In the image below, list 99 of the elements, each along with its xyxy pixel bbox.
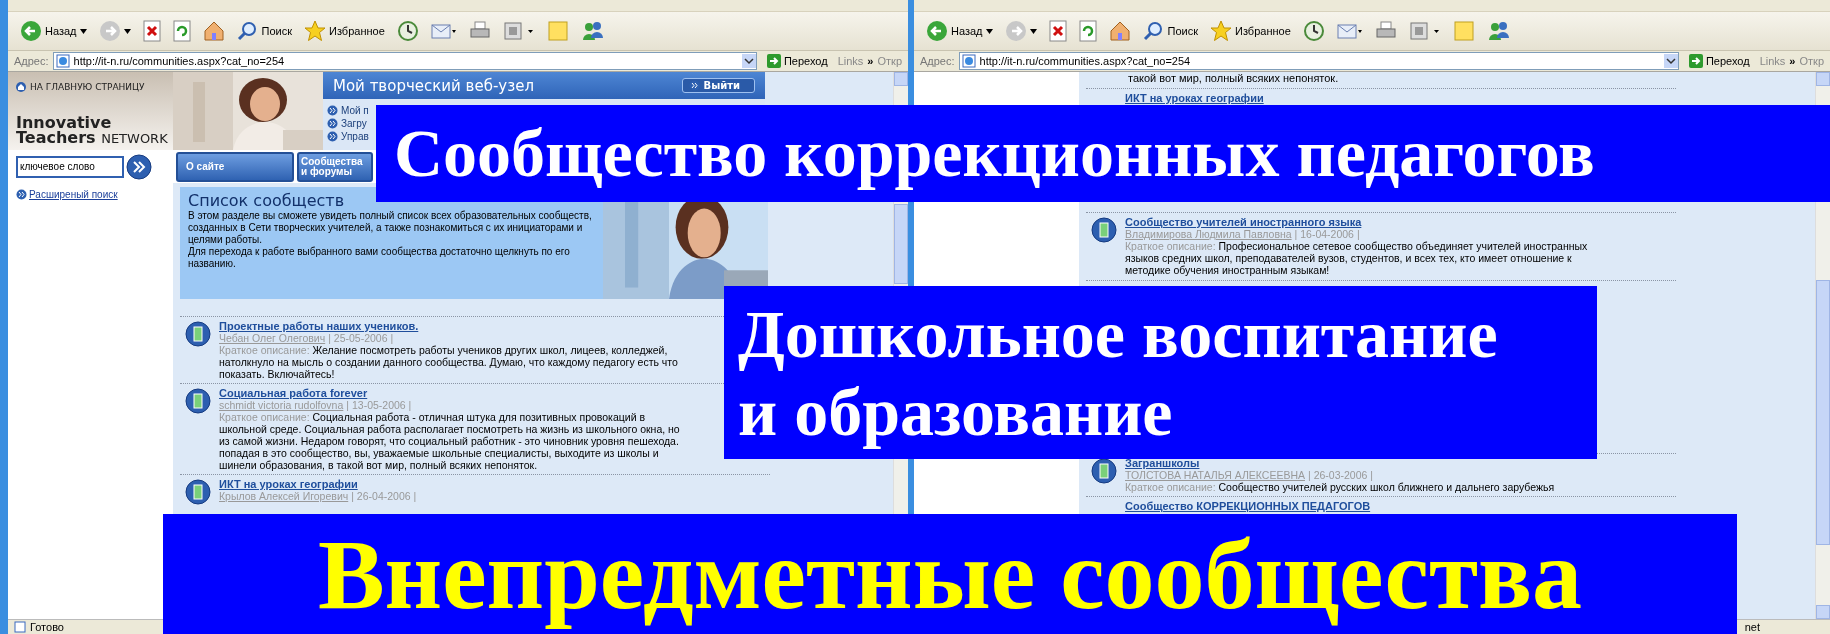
address-field[interactable]: http://it-n.ru/communities.aspx?cat_no=254 <box>958 52 1679 70</box>
stop-icon <box>142 20 161 42</box>
dropdown-icon <box>1663 54 1678 68</box>
back-button[interactable]: Назад <box>924 18 995 44</box>
portal-link[interactable]: Загру <box>327 118 367 129</box>
address-label: Адрес: <box>14 55 49 67</box>
status-zone-text: net <box>1744 621 1760 633</box>
search-field[interactable]: ключевое слово <box>16 155 124 178</box>
date-text: | 13-05-2006 | <box>346 399 412 411</box>
refresh-button[interactable] <box>170 18 193 44</box>
scroll-down-button[interactable] <box>1816 605 1830 619</box>
logout-button[interactable]: Выйти <box>681 78 755 93</box>
page-icon <box>55 54 70 68</box>
go-button[interactable]: Переход <box>1682 54 1756 68</box>
scroll-up-button[interactable] <box>1816 72 1830 86</box>
refresh-icon <box>1078 20 1097 42</box>
home-link[interactable]: НА ГЛАВНУЮ СТРАНИЦУ <box>16 82 173 92</box>
history-icon <box>396 20 419 42</box>
address-label: Адрес: <box>920 55 955 67</box>
caret-icon <box>985 28 993 34</box>
portal-title: Мой творческий веб-узел <box>333 76 534 95</box>
history-icon <box>1302 20 1325 42</box>
community-title-link[interactable]: Сообщество учителей иностранного языка <box>1125 217 1362 228</box>
note-icon <box>546 20 569 42</box>
scroll-up-button[interactable] <box>894 72 908 86</box>
nav-tab[interactable]: Сообщества и форумы <box>297 151 373 182</box>
search-button[interactable]: Поиск <box>234 18 294 44</box>
refresh-button[interactable] <box>1076 18 1099 44</box>
people-icon <box>1486 20 1511 42</box>
banner-title: Сообщество коррекционных педагогов <box>394 116 1596 191</box>
favorites-button[interactable]: Избранное <box>1208 18 1293 44</box>
banner-title: и образование <box>738 372 1174 451</box>
edit-icon <box>502 20 535 42</box>
caret-icon <box>123 28 131 34</box>
date-text: | 25-05-2006 | <box>328 332 394 344</box>
banner-title: Дошкольное воспитание <box>738 294 1499 373</box>
advanced-search-link[interactable]: Расширеный поиск <box>16 189 173 200</box>
home-icon <box>1108 20 1131 42</box>
people-icon <box>580 20 605 42</box>
portal-link[interactable]: Управ <box>327 131 369 142</box>
dropdown-icon <box>741 54 756 68</box>
arrow-icon <box>766 54 781 68</box>
community-title-link[interactable]: Сообщество КОРРЕКЦИОННЫХ ПЕДАГОГОВ <box>1125 501 1371 512</box>
date-text: | 26-03-2006 | <box>1308 469 1373 481</box>
portal-link[interactable]: Мой п <box>327 105 369 116</box>
description-text: Краткое описание: Сообщество учителей русских школ ближнего и дальнего зарубежья <box>1125 481 1556 493</box>
page-icon <box>14 621 26 633</box>
community-icon <box>185 479 211 505</box>
note-icon <box>1452 20 1475 42</box>
refresh-icon <box>172 20 191 42</box>
nav-tab[interactable]: О сайте <box>176 151 294 182</box>
community-icon <box>1091 458 1117 484</box>
stop-icon <box>1048 20 1067 42</box>
description-text: Краткое описание: Социальная работа - отличная штука для позитивных провокаций в школьной среде. Социальная работа располагает посмотреть на жизнь из школьного окна, но из самой жизни. Недаром говорят, что социальный работник - это чиновник уровня пешехода. попадая в это сообщество, вы, уважаемые школьные специалисты, выходите из школы и шинели образования, в такой вот мир, полный всяких непоняток. <box>219 411 681 471</box>
community-icon <box>1091 217 1117 243</box>
description-text: такой вот мир, полный всяких непоняток. <box>1128 72 1340 85</box>
logo: Innovative Teachers NETWORK <box>16 115 169 146</box>
community-title-link[interactable]: Проектные работы наших учеников. <box>219 321 419 332</box>
intro-title: Список сообществ <box>188 191 346 210</box>
address-field[interactable]: http://it-n.ru/communities.aspx?cat_no=254 <box>52 52 757 70</box>
community-icon <box>185 388 211 414</box>
caret-icon <box>1029 28 1037 34</box>
search-icon <box>236 20 259 42</box>
double-chevron-icon <box>327 131 338 142</box>
date-text: | 26-04-2006 | <box>351 490 417 502</box>
go-button[interactable]: Переход <box>760 54 834 68</box>
edit-icon <box>1408 20 1441 42</box>
stop-button[interactable] <box>1046 18 1069 44</box>
more-links-button[interactable]: » <box>1789 55 1796 67</box>
intro-text: Для перехода к работе выбранного вами сообщества достаточно щелкнуть по его названию. <box>188 246 571 270</box>
date-text: | 16-04-2006 | <box>1294 228 1360 240</box>
go-icon <box>126 153 152 180</box>
home-icon <box>16 82 26 92</box>
community-title-link[interactable]: Заграншколы <box>1125 458 1200 469</box>
description-text: Краткое описание: Желание посмотреть работы учеников других школ, лицеев, колледжей, натолкнуло на мысль о создании данного сообщества. Думаю, что каждому педагогу есть что показать. Включайтесь! <box>219 344 679 380</box>
community-title-link[interactable]: ИКТ на уроках географии <box>219 479 358 490</box>
intro-text: В этом разделе вы сможете увидеть полный список всех образовательных сообществ, созданных в Сети творческих учителей, а также познакомиться с их инициаторами и целями работы. <box>188 210 593 246</box>
more-links-button[interactable]: » <box>867 55 874 67</box>
page-icon <box>961 54 976 68</box>
double-chevron-icon <box>327 105 338 116</box>
arrow-icon <box>1688 54 1703 68</box>
caret-icon <box>79 28 87 34</box>
description-text: Краткое описание: Професиональное сетевое сообщество объединяет учителей иностранных языков средних школ, преподавателей вузов, студентов, и всех тех, кто имеет отношение к методике обучения иностранным языкам! <box>1125 240 1589 276</box>
back-button[interactable]: Назад <box>18 18 89 44</box>
stop-button[interactable] <box>140 18 163 44</box>
search-button[interactable]: Поиск <box>1140 18 1200 44</box>
community-icon <box>185 321 211 347</box>
community-title-link[interactable]: ИКТ на уроках географии <box>1125 93 1264 104</box>
search-icon <box>1142 20 1165 42</box>
star-icon <box>304 20 326 42</box>
status-text: Готово <box>30 621 64 633</box>
community-title-link[interactable]: Социальная работа forever <box>219 388 368 399</box>
home-icon <box>202 20 225 42</box>
banner-title: Внепредметные сообщества <box>317 521 1583 627</box>
double-chevron-icon <box>327 118 338 129</box>
double-chevron-icon <box>16 189 27 200</box>
star-icon <box>1210 20 1232 42</box>
favorites-button[interactable]: Избранное <box>302 18 387 44</box>
double-chevron-icon <box>688 80 700 91</box>
